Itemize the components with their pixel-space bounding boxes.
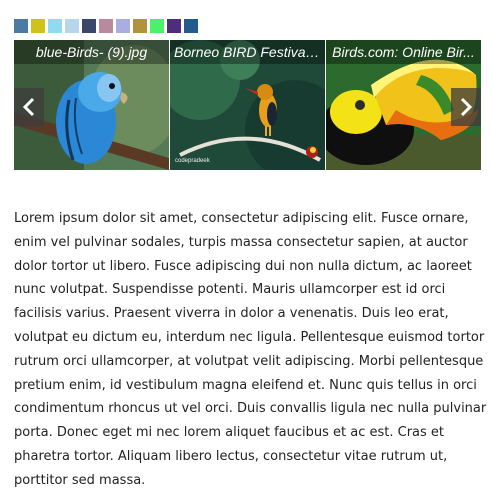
color-swatch-deep-blue[interactable]	[184, 19, 198, 33]
image-watermark: codepradeek	[175, 158, 210, 164]
carousel-next-button[interactable]	[451, 88, 481, 126]
color-swatch-olive-yellow[interactable]	[31, 19, 45, 33]
carousel-track: blue-Birds- (9).jpg Borneo BIRD Festival…	[14, 40, 481, 170]
color-swatch-dark-slate[interactable]	[82, 19, 96, 33]
color-swatch-lavender[interactable]	[116, 19, 130, 33]
color-swatch-bright-green[interactable]	[150, 19, 164, 33]
carousel-slide-borneo-bird[interactable]: Borneo BIRD Festival ... codepradeek	[170, 40, 325, 170]
slide-caption: blue-Birds- (9).jpg	[14, 40, 169, 64]
color-swatch-pale-blue[interactable]	[65, 19, 79, 33]
color-swatch-purple[interactable]	[167, 19, 181, 33]
slide-caption: Birds.com: Online Bir...	[326, 40, 481, 64]
color-swatch-khaki[interactable]	[133, 19, 147, 33]
color-swatch-steel-blue[interactable]	[14, 19, 28, 33]
color-swatch-bar	[14, 19, 198, 33]
slide-caption: Borneo BIRD Festival ...	[170, 40, 325, 64]
article-paragraph: Lorem ipsum dolor sit amet, consectetur …	[14, 211, 487, 488]
chevron-left-icon	[22, 97, 35, 117]
image-carousel: blue-Birds- (9).jpg Borneo BIRD Festival…	[14, 40, 481, 170]
carousel-prev-button[interactable]	[14, 88, 44, 126]
chevron-right-icon	[460, 97, 473, 117]
color-swatch-mauve[interactable]	[99, 19, 113, 33]
color-swatch-light-cyan[interactable]	[48, 19, 62, 33]
